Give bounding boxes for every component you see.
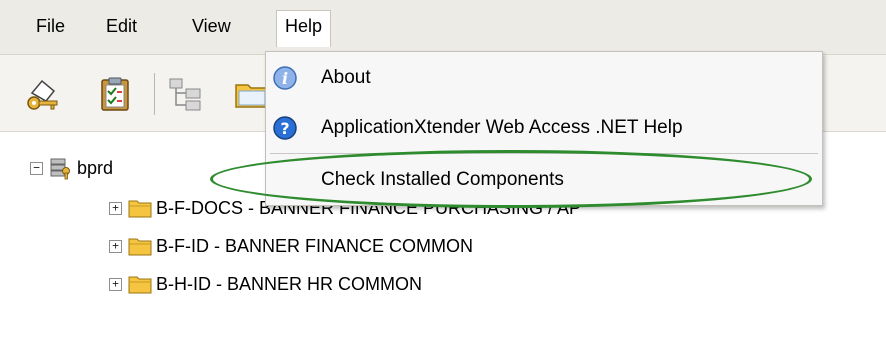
key-login-icon[interactable]: [24, 75, 62, 113]
tree-item-label: B-H-ID - BANNER HR COMMON: [156, 273, 422, 294]
database-key-icon: [50, 158, 70, 180]
tree-root-label: bprd: [77, 157, 114, 178]
expand-toggle[interactable]: +: [109, 239, 122, 253]
menu-edit[interactable]: Edit: [102, 14, 141, 39]
expand-toggle[interactable]: +: [109, 201, 122, 215]
folder-icon: [128, 238, 152, 256]
tree-item-label: B-F-ID - BANNER FINANCE COMMON: [156, 235, 473, 256]
toolbar-separator: [154, 73, 155, 115]
folder-icon: [128, 200, 152, 218]
tree-structure-icon[interactable]: [166, 75, 204, 113]
menu-bar: File Edit View Help: [0, 0, 886, 55]
menu-file[interactable]: File: [32, 14, 69, 39]
collapse-toggle[interactable]: −: [30, 161, 43, 175]
help-question-icon: ?: [273, 116, 297, 140]
menu-view[interactable]: View: [188, 14, 235, 39]
menu-item-label: ApplicationXtender Web Access .NET Help: [321, 117, 683, 138]
tree-row[interactable]: + B-F-ID - BANNER FINANCE COMMON: [109, 232, 473, 260]
info-icon: i: [273, 66, 297, 90]
clipboard-checklist-icon[interactable]: [96, 75, 134, 113]
svg-text:i: i: [282, 69, 288, 88]
expand-toggle[interactable]: +: [109, 277, 122, 291]
svg-text:?: ?: [280, 119, 289, 138]
menu-item-label: About: [321, 67, 371, 88]
tree-row[interactable]: + B-H-ID - BANNER HR COMMON: [109, 270, 422, 298]
menu-item-help[interactable]: ? ApplicationXtender Web Access .NET Hel…: [266, 106, 822, 150]
tree-root-row[interactable]: − bprd: [30, 154, 113, 182]
menu-help[interactable]: Help: [276, 10, 332, 47]
folder-icon: [128, 276, 152, 294]
menu-item-about[interactable]: i About: [266, 56, 822, 100]
highlight-ellipse: [210, 150, 812, 208]
